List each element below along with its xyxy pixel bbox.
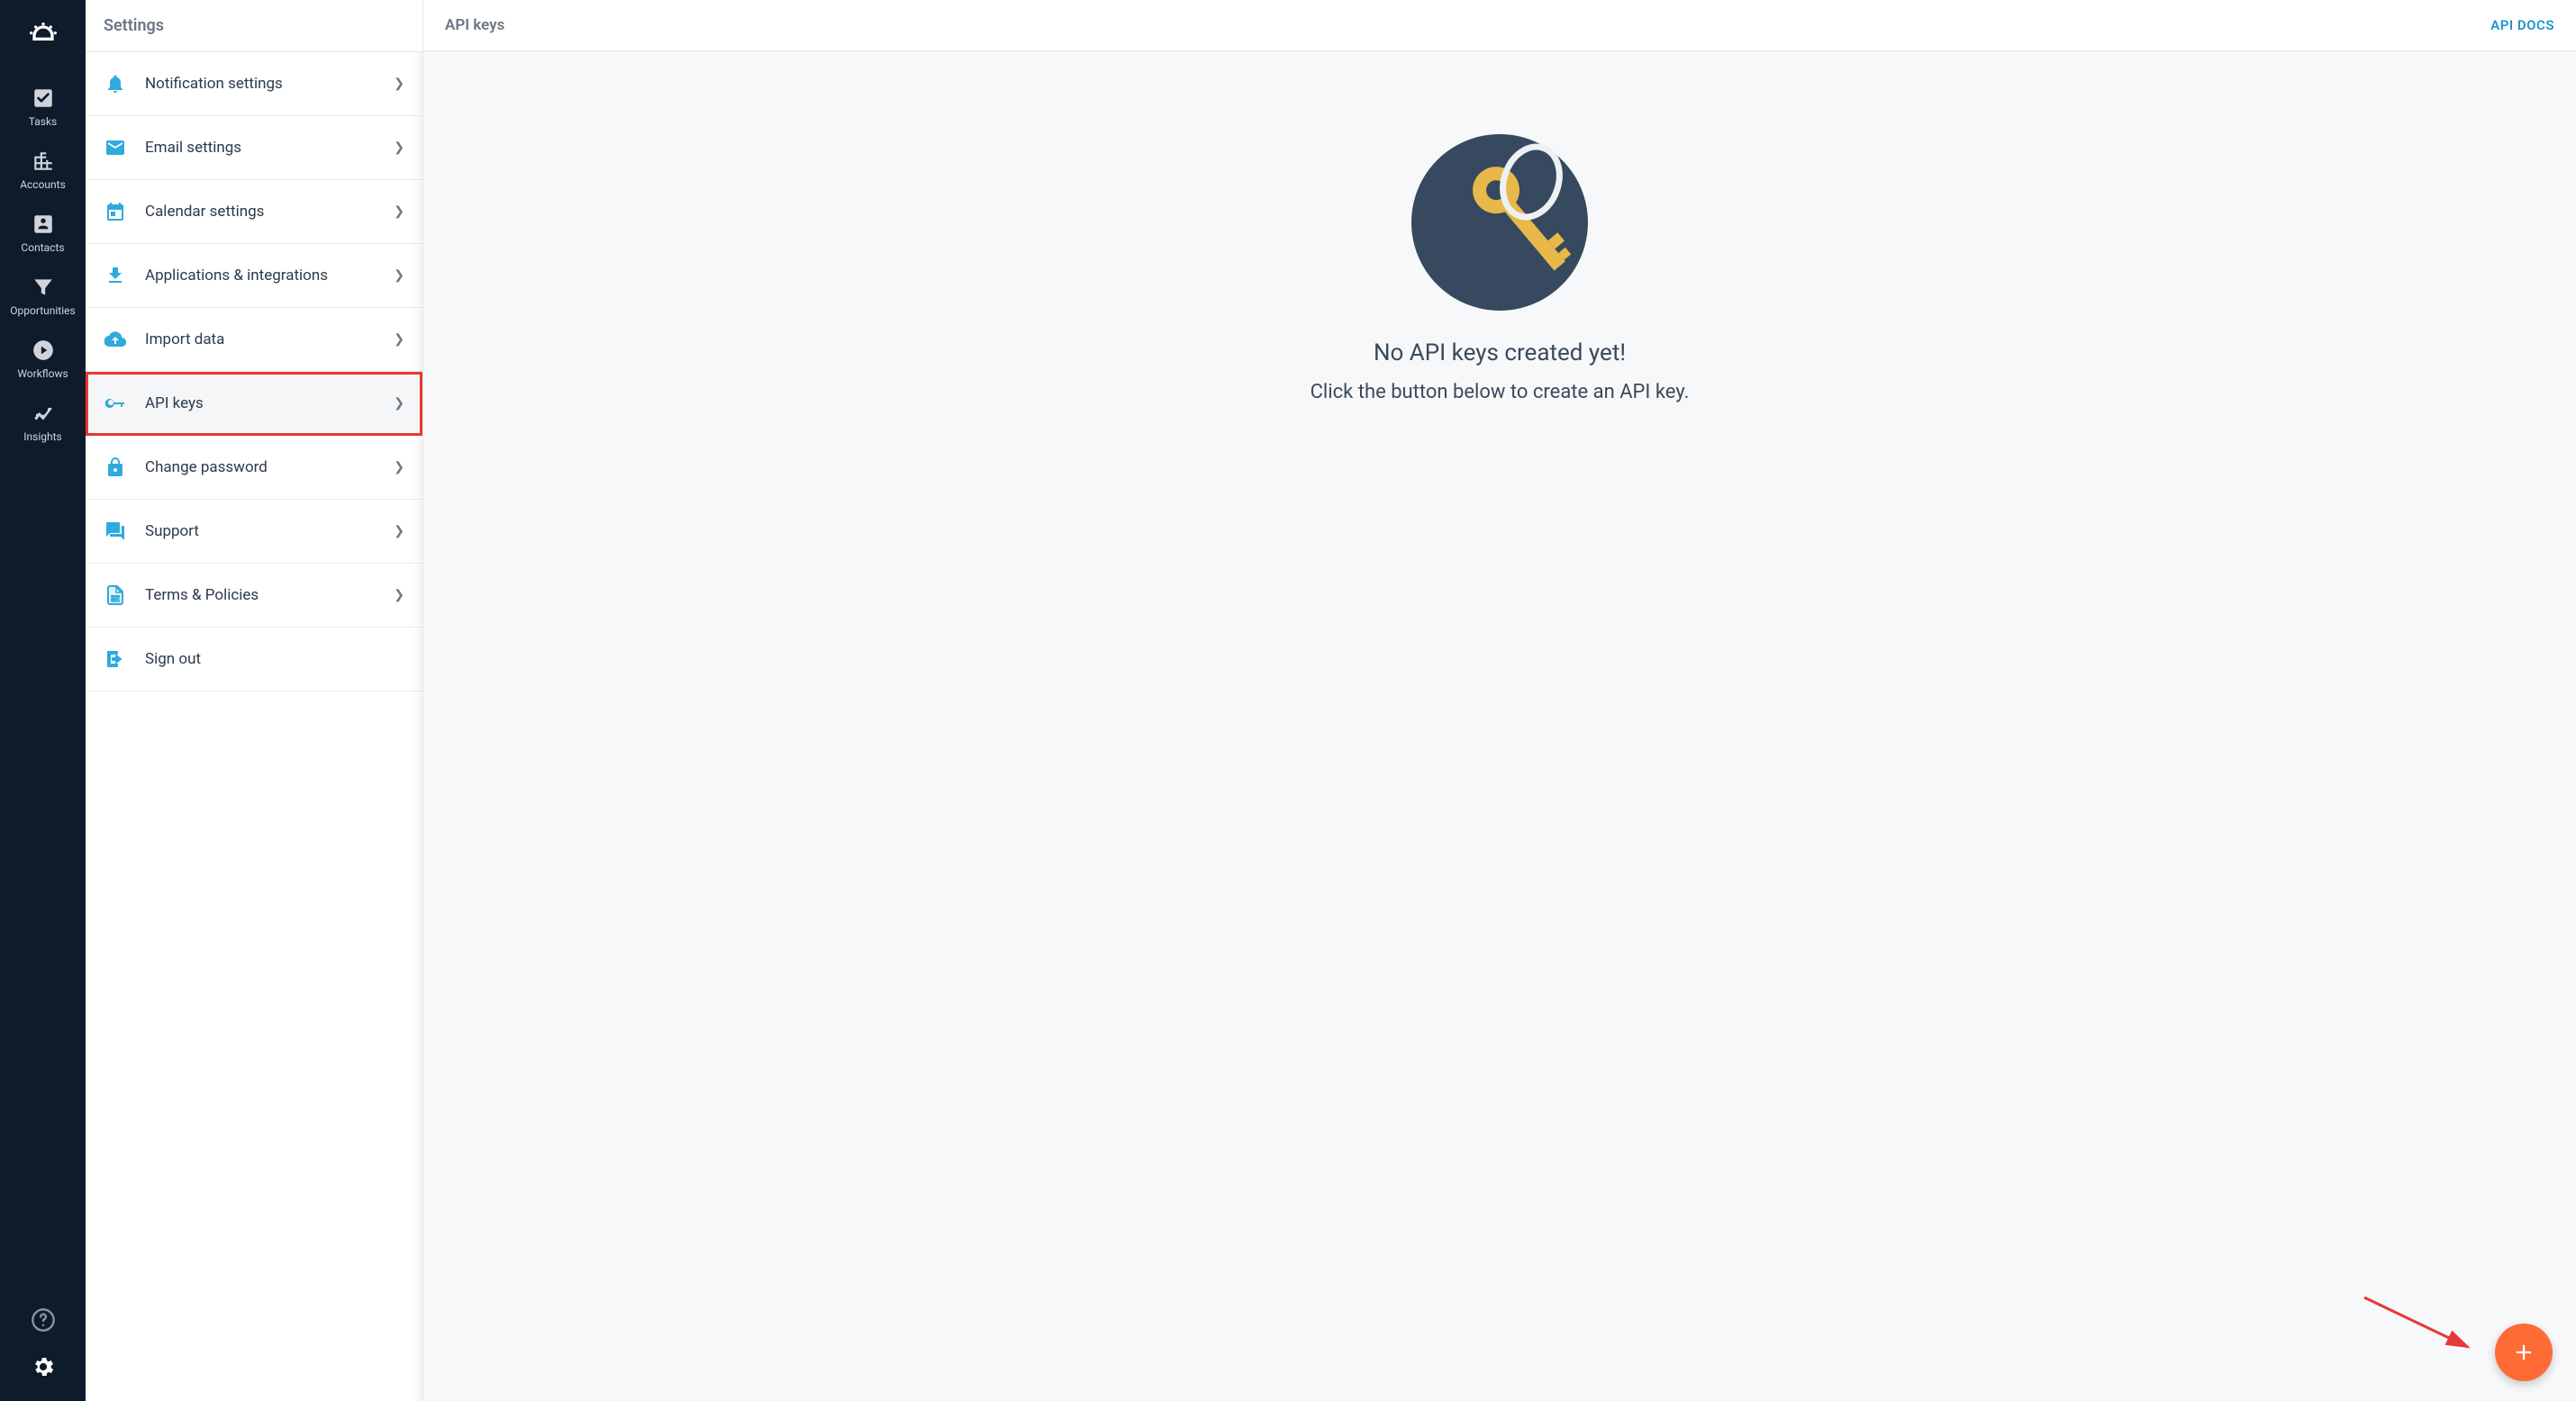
settings-gear-icon[interactable] [31, 1354, 56, 1383]
settings-item-calendar[interactable]: Calendar settings ❯ [86, 180, 422, 244]
settings-item-integrations[interactable]: Applications & integrations ❯ [86, 244, 422, 308]
cloud-upload-icon [104, 328, 127, 351]
api-docs-link[interactable]: API DOCS [2490, 17, 2554, 33]
settings-header: Settings [86, 0, 422, 52]
keys-illustration-icon [1410, 132, 1590, 312]
nav-item-label: Workflows [17, 367, 68, 380]
chat-icon [104, 520, 127, 543]
chevron-right-icon: ❯ [394, 396, 404, 411]
settings-item-notifications[interactable]: Notification settings ❯ [86, 52, 422, 116]
settings-item-label: Support [145, 522, 394, 540]
chevron-right-icon: ❯ [394, 460, 404, 475]
empty-title: No API keys created yet! [1374, 339, 1626, 366]
app-logo-icon [25, 18, 61, 58]
empty-state: No API keys created yet! Click the butto… [423, 51, 2576, 1401]
settings-item-label: Sign out [145, 650, 404, 668]
settings-item-label: Change password [145, 458, 394, 476]
chevron-right-icon: ❯ [394, 588, 404, 602]
settings-item-label: Notification settings [145, 75, 394, 93]
nav-item-accounts[interactable]: Accounts [0, 139, 86, 202]
signout-icon [104, 647, 127, 671]
bell-icon [104, 72, 127, 95]
settings-item-label: Terms & Policies [145, 586, 394, 604]
nav-item-contacts[interactable]: Contacts [0, 202, 86, 265]
nav-item-label: Accounts [20, 178, 66, 191]
chevron-right-icon: ❯ [394, 524, 404, 538]
settings-item-support[interactable]: Support ❯ [86, 500, 422, 564]
download-icon [104, 264, 127, 287]
chevron-right-icon: ❯ [394, 332, 404, 347]
chevron-right-icon: ❯ [394, 77, 404, 91]
settings-item-import[interactable]: Import data ❯ [86, 308, 422, 372]
settings-item-label: Calendar settings [145, 203, 394, 221]
email-icon [104, 136, 127, 159]
page-title: API keys [445, 16, 504, 34]
nav-rail: Tasks Accounts Contacts Opportunities Wo… [0, 0, 86, 1401]
nav-item-label: Opportunities [10, 304, 75, 317]
main-content: API keys API DOCS No API keys created ye… [423, 0, 2576, 1401]
settings-item-signout[interactable]: Sign out [86, 628, 422, 691]
help-icon[interactable] [31, 1307, 56, 1336]
nav-item-workflows[interactable]: Workflows [0, 328, 86, 391]
lock-icon [104, 456, 127, 479]
chevron-right-icon: ❯ [394, 268, 404, 283]
empty-subtitle: Click the button below to create an API … [1311, 381, 1690, 403]
nav-item-label: Insights [23, 430, 61, 443]
settings-item-email[interactable]: Email settings ❯ [86, 116, 422, 180]
chevron-right-icon: ❯ [394, 140, 404, 155]
nav-item-label: Tasks [29, 115, 58, 128]
calendar-icon [104, 200, 127, 223]
nav-item-tasks[interactable]: Tasks [0, 76, 86, 139]
nav-item-label: Contacts [21, 241, 64, 254]
document-icon [104, 583, 127, 607]
settings-item-label: API keys [145, 394, 394, 412]
settings-item-label: Email settings [145, 139, 394, 157]
key-icon [104, 392, 127, 415]
plus-icon [2511, 1340, 2536, 1365]
settings-panel: Settings Notification settings ❯ Email s… [86, 0, 423, 1401]
chevron-right-icon: ❯ [394, 204, 404, 219]
settings-item-label: Applications & integrations [145, 267, 394, 285]
settings-list: Notification settings ❯ Email settings ❯… [86, 52, 422, 1401]
settings-item-password[interactable]: Change password ❯ [86, 436, 422, 500]
create-api-key-button[interactable] [2495, 1324, 2553, 1381]
nav-item-insights[interactable]: Insights [0, 391, 86, 454]
settings-item-api-keys[interactable]: API keys ❯ [86, 372, 422, 436]
settings-item-label: Import data [145, 330, 394, 348]
main-header: API keys API DOCS [423, 0, 2576, 51]
nav-item-opportunities[interactable]: Opportunities [0, 265, 86, 328]
settings-item-terms[interactable]: Terms & Policies ❯ [86, 564, 422, 628]
